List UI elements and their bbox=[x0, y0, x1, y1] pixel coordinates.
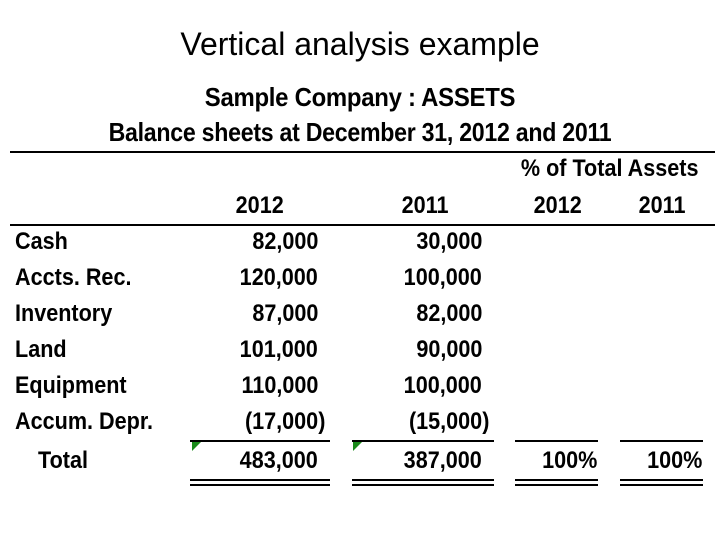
col-header-pct-2012: 2012 bbox=[533, 192, 583, 219]
row-value-2012: 82,000 bbox=[251, 228, 318, 255]
total-pct-2012: 100% bbox=[541, 447, 597, 474]
total-2011: 387,000 bbox=[403, 447, 482, 474]
row-value-2011: 100,000 bbox=[403, 264, 482, 291]
row-value-2011: 90,000 bbox=[415, 336, 482, 363]
total-label: Total bbox=[38, 447, 88, 474]
table-top-rule bbox=[10, 151, 715, 153]
subtotal-rule-2011 bbox=[352, 440, 494, 442]
header-rule bbox=[10, 224, 715, 226]
double-rule-2011-b bbox=[352, 484, 494, 486]
row-value-2011: 82,000 bbox=[415, 300, 482, 327]
double-rule-2012-a bbox=[190, 479, 330, 481]
double-rule-pct-2012-b bbox=[515, 484, 598, 486]
row-value-2011: (15,000) bbox=[408, 408, 489, 435]
double-rule-pct-2011-a bbox=[620, 479, 703, 481]
total-2012: 483,000 bbox=[239, 447, 318, 474]
row-value-2012: 87,000 bbox=[251, 300, 318, 327]
subtotal-rule-pct-2011 bbox=[620, 440, 703, 442]
row-value-2012: 101,000 bbox=[239, 336, 318, 363]
row-label: Accts. Rec. bbox=[15, 264, 132, 291]
row-label: Inventory bbox=[15, 300, 113, 327]
row-label: Land bbox=[15, 336, 67, 363]
col-header-2012: 2012 bbox=[235, 192, 285, 219]
subtotal-rule-2012 bbox=[190, 440, 330, 442]
double-rule-pct-2011-b bbox=[620, 484, 703, 486]
col-header-pct-2011: 2011 bbox=[638, 192, 686, 219]
row-value-2011: 100,000 bbox=[403, 372, 482, 399]
company-heading: Sample Company : ASSETS bbox=[204, 82, 516, 112]
period-heading: Balance sheets at December 31, 2012 and … bbox=[108, 117, 612, 147]
row-label: Cash bbox=[15, 228, 68, 255]
double-rule-pct-2012-a bbox=[515, 479, 598, 481]
total-pct-2011: 100% bbox=[646, 447, 702, 474]
row-value-2012: (17,000) bbox=[244, 408, 325, 435]
row-value-2012: 110,000 bbox=[241, 372, 318, 399]
double-rule-2011-a bbox=[352, 479, 494, 481]
slide-title: Vertical analysis example bbox=[180, 26, 540, 62]
double-rule-2012-b bbox=[190, 484, 330, 486]
subtotal-rule-pct-2012 bbox=[515, 440, 598, 442]
row-value-2011: 30,000 bbox=[415, 228, 482, 255]
row-label: Equipment bbox=[15, 372, 127, 399]
row-label: Accum. Depr. bbox=[15, 408, 154, 435]
group-header-pct-total-assets: % of Total Assets bbox=[521, 155, 699, 182]
row-value-2012: 120,000 bbox=[239, 264, 318, 291]
col-header-2011: 2011 bbox=[401, 192, 449, 219]
